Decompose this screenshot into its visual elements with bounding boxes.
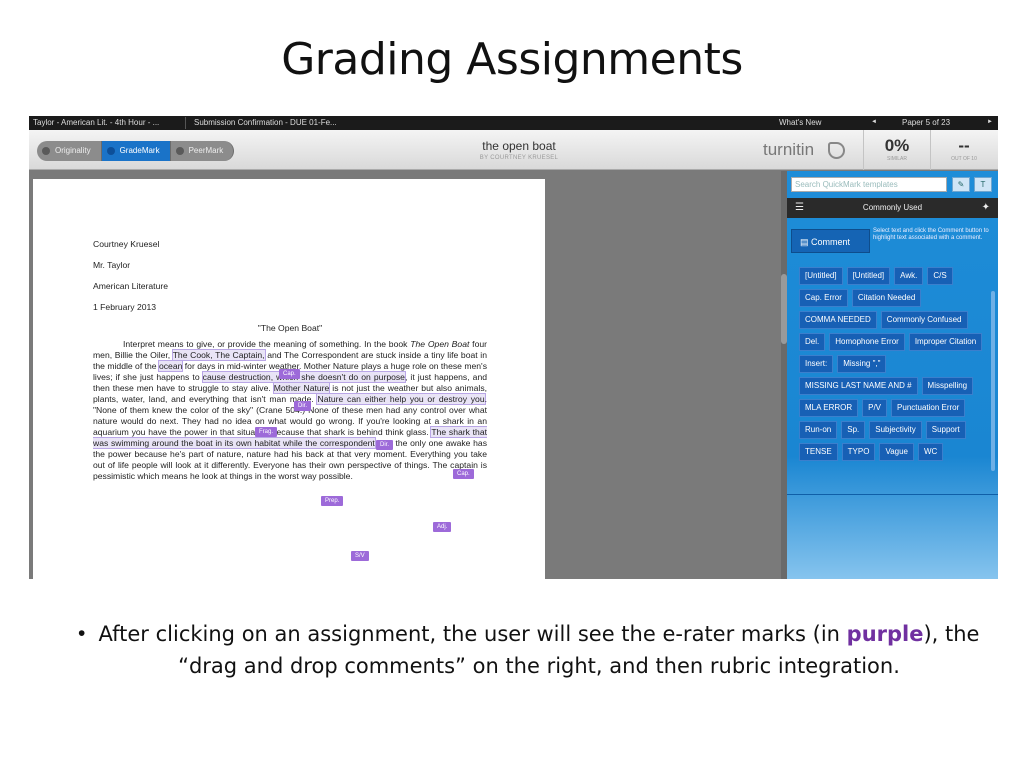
paper-pager[interactable]: Paper 5 of 23 — [902, 118, 950, 127]
quickmark-tag[interactable]: Subjectivity — [869, 421, 922, 439]
quickmark-tag[interactable]: [Untitled] — [846, 267, 891, 285]
erater-mark[interactable]: S/V — [351, 551, 369, 561]
score-cell[interactable]: -- OUT OF 10 — [930, 130, 997, 170]
message-icon[interactable]: ✎ — [952, 177, 970, 192]
whats-new-link[interactable]: What's New — [779, 118, 821, 127]
comment-description: Select text and click the Comment button… — [873, 228, 989, 241]
quickmark-tag[interactable]: [Untitled] — [799, 267, 843, 285]
similarity-label: SIMILAR — [886, 156, 907, 162]
author-name: Courtney Kruesel — [93, 239, 160, 249]
quickmark-tag[interactable]: Support — [925, 421, 966, 439]
originality-icon — [42, 147, 50, 155]
quickmark-tag[interactable]: Commonly Confused — [880, 311, 968, 329]
quickmark-panel: Search QuickMark templates ✎ T ☰ Commonl… — [787, 171, 998, 579]
list-icon[interactable]: ☰ — [795, 198, 804, 218]
mode-switcher: Originality GradeMark PeerMark — [37, 141, 235, 161]
highlight[interactable]: ocean — [158, 361, 183, 371]
viewer-header: Originality GradeMark PeerMark the open … — [29, 130, 998, 170]
quickmark-tag[interactable]: Cap. Error — [799, 289, 848, 307]
score-label: OUT OF 10 — [951, 156, 977, 162]
purple-word: purple — [846, 622, 924, 646]
quickmark-tag[interactable]: Run-on — [799, 421, 838, 439]
essay-text: Courtney Kruesel Mr. Taylor American Lit… — [93, 239, 487, 482]
peermark-icon — [175, 147, 184, 155]
slide-bullet: After clicking on an assignment, the use… — [98, 622, 980, 678]
text-icon[interactable]: T — [974, 177, 992, 192]
panel-separator — [787, 494, 998, 495]
erater-mark[interactable]: Prep. — [321, 496, 344, 506]
erater-mark[interactable]: Dir. — [376, 440, 393, 450]
quickmark-tag[interactable]: Citation Needed — [851, 289, 922, 307]
essay-date: 1 February 2013 — [93, 302, 157, 312]
quickmark-tag[interactable]: Del. — [799, 333, 826, 351]
quickmark-tag[interactable]: C/S — [927, 267, 953, 285]
score-panel: 0% SIMILAR -- OUT OF 10 — [863, 130, 998, 170]
comment-icon: ▤ — [800, 237, 809, 247]
comment-button[interactable]: ▤ Comment — [791, 229, 870, 253]
erater-mark[interactable]: Frag. — [255, 427, 278, 437]
essay-paragraph[interactable]: Interpret means to give, or provide the … — [93, 339, 487, 482]
next-paper-button[interactable]: ► — [987, 119, 993, 125]
quickmark-tag[interactable]: Homophone Error — [829, 333, 905, 351]
mode-grademark[interactable]: GradeMark — [101, 141, 171, 161]
similarity-cell[interactable]: 0% SIMILAR — [863, 130, 930, 170]
teacher-name: Mr. Taylor — [93, 260, 131, 270]
quickmark-tag[interactable]: COMMA NEEDED — [799, 311, 877, 329]
paper-page: Courtney Kruesel Mr. Taylor American Lit… — [33, 179, 545, 579]
quickmark-list: [Untitled] [Untitled] Awk. C/S Cap. Error Cit… — [799, 267, 987, 461]
tab-divider — [185, 117, 186, 129]
erater-mark[interactable]: Cap. — [279, 369, 300, 379]
highlight[interactable]: Mother Nature — [273, 383, 330, 393]
quickmark-tag[interactable]: Misspelling — [921, 377, 974, 395]
score-value: -- — [958, 136, 970, 155]
quickmark-set-bar[interactable]: ☰ Commonly Used ✦ — [787, 198, 998, 218]
quickmark-tag[interactable]: Punctuation Error — [891, 399, 966, 417]
quickmark-tag[interactable]: TENSE — [799, 443, 838, 461]
similarity-value: 0% — [884, 136, 910, 155]
gradebook-screenshot: Taylor - American Lit. - 4th Hour - ... … — [29, 116, 998, 579]
panel-scrollbar[interactable] — [991, 291, 995, 471]
slide-title: Grading Assignments — [281, 34, 743, 85]
highlight[interactable]: Nature can either help you or destroy yo… — [317, 394, 485, 404]
quickmark-tag[interactable]: MLA ERROR — [799, 399, 859, 417]
quickmark-search-input[interactable]: Search QuickMark templates — [791, 177, 947, 192]
mode-peermark[interactable]: PeerMark — [170, 141, 235, 161]
highlight[interactable]: cause destruction, which she doesn't do … — [202, 372, 405, 382]
quickmark-tag[interactable]: WC — [918, 443, 944, 461]
class-tab[interactable]: Taylor - American Lit. - 4th Hour - ... — [33, 118, 159, 127]
prev-paper-button[interactable]: ◄ — [871, 119, 877, 125]
course-name: American Literature — [93, 281, 168, 291]
wrench-icon[interactable]: ✦ — [982, 198, 990, 218]
quickmark-tag[interactable]: Sp. — [841, 421, 866, 439]
quickmark-tag[interactable]: P/V — [862, 399, 888, 417]
top-bar: Taylor - American Lit. - 4th Hour - ... … — [29, 116, 998, 130]
erater-mark[interactable]: Cap. — [453, 469, 474, 479]
quickmark-set-label: Commonly Used — [862, 203, 923, 212]
quickmark-tag[interactable]: Vague — [879, 443, 914, 461]
quickmark-tag[interactable]: Missing "," — [837, 355, 887, 373]
turnitin-logo: turnitin — [763, 140, 815, 159]
erater-mark[interactable]: Dir. — [294, 401, 311, 411]
quickmark-tag[interactable]: Improper Citation — [908, 333, 983, 351]
quickmark-tag[interactable]: Insert: — [799, 355, 834, 373]
quickmark-tag[interactable]: Awk. — [894, 267, 924, 285]
grademark-icon — [106, 147, 115, 155]
mode-originality[interactable]: Originality — [37, 141, 102, 161]
erater-mark[interactable]: Adj. — [433, 522, 452, 532]
essay-title: "The Open Boat" — [257, 323, 323, 333]
paper-author: BY COURTNEY KRUESEL — [479, 155, 559, 161]
quickmark-tag[interactable]: TYPO — [841, 443, 876, 461]
submission-tab[interactable]: Submission Confirmation - DUE 01-Fe... — [194, 118, 337, 127]
highlight[interactable]: The Cook, The Captain, — [172, 350, 265, 360]
paper-title: the open boat — [482, 139, 556, 153]
quickmark-tag[interactable]: MISSING LAST NAME AND # — [799, 377, 918, 395]
turnitin-logo-icon — [828, 142, 845, 159]
